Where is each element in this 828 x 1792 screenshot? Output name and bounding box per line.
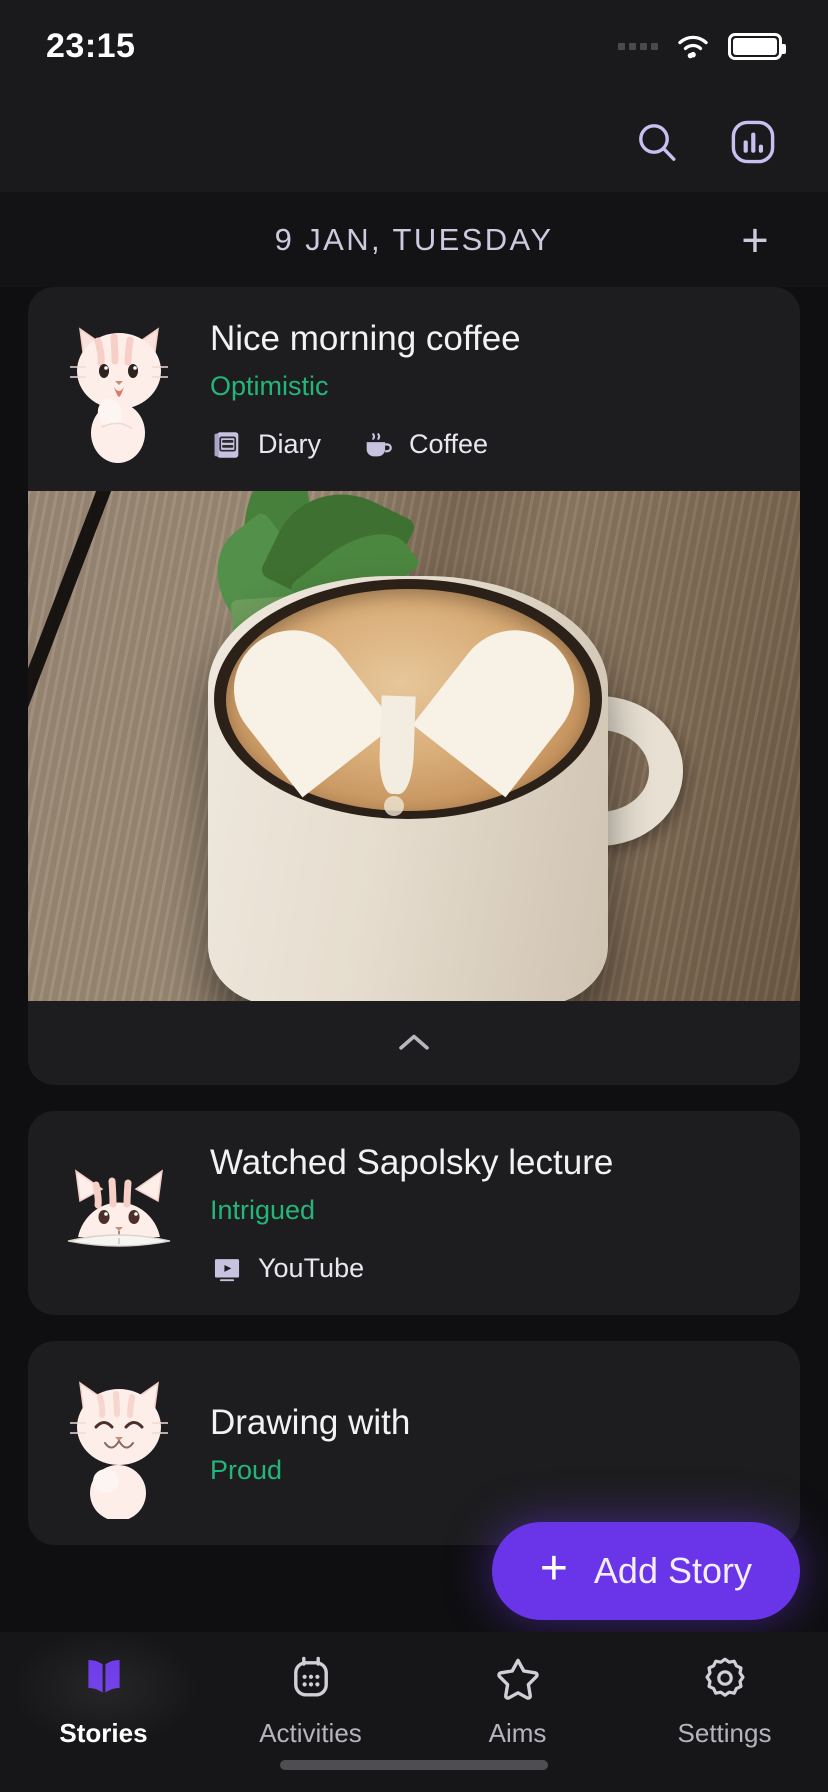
status-indicators	[618, 32, 786, 60]
story-tag[interactable]: Coffee	[361, 428, 488, 462]
add-story-button[interactable]: + Add Story	[491, 1522, 800, 1620]
story-card-header: Watched Sapolsky lecture Intrigued YouTu…	[28, 1111, 800, 1315]
story-card-body: Drawing with Proud	[194, 1403, 774, 1486]
story-tag[interactable]: YouTube	[210, 1252, 364, 1286]
date-label: 9 JAN, TUESDAY	[274, 221, 554, 257]
story-card[interactable]: Drawing with Proud	[28, 1341, 800, 1545]
story-card[interactable]: Watched Sapolsky lecture Intrigued YouTu…	[28, 1111, 800, 1315]
story-card-header: Drawing with Proud	[28, 1341, 800, 1545]
story-title: Drawing with	[210, 1402, 411, 1442]
story-card-body: Watched Sapolsky lecture Intrigued YouTu…	[194, 1143, 774, 1286]
status-time: 23:15	[46, 26, 136, 65]
nav-item-aims[interactable]: Aims	[414, 1652, 621, 1749]
star-icon	[496, 1658, 539, 1700]
tag-label: YouTube	[258, 1253, 365, 1283]
latte-art-dot	[384, 796, 404, 816]
tag-label: Diary	[258, 429, 322, 459]
story-card[interactable]: Nice morning coffee Optimistic Diary Cof…	[28, 287, 800, 1085]
cat-happy-icon	[54, 1369, 184, 1521]
cat-reading-icon	[54, 1139, 184, 1289]
notebook-icon	[214, 431, 239, 458]
nav-item-stories[interactable]: Stories	[0, 1652, 207, 1749]
gear-icon	[704, 1657, 745, 1697]
bottom-navigation: Stories Activities Aims Settings	[0, 1628, 828, 1792]
nav-label: Activities	[259, 1718, 362, 1748]
nav-label: Stories	[59, 1718, 148, 1748]
nav-item-activities[interactable]: Activities	[207, 1652, 414, 1749]
story-mood: Intrigued	[210, 1194, 316, 1225]
open-book-icon	[87, 1660, 120, 1693]
story-card-body: Nice morning coffee Optimistic Diary Cof…	[194, 319, 774, 462]
story-title: Watched Sapolsky lecture	[210, 1142, 614, 1182]
story-mood: Proud	[210, 1454, 283, 1485]
cat-excited-icon	[54, 315, 184, 465]
nav-item-settings[interactable]: Settings	[621, 1652, 828, 1749]
chevron-up-icon	[399, 1034, 429, 1050]
nav-label: Aims	[488, 1718, 547, 1748]
story-card-header: Nice morning coffee Optimistic Diary Cof…	[28, 287, 800, 491]
app-screen: 23:15 9 JAN, TUESDAY + Nice morning coff…	[0, 0, 828, 1792]
tag-label: Coffee	[409, 429, 489, 459]
story-tags: Diary Coffee	[210, 428, 774, 462]
search-icon[interactable]	[628, 113, 686, 171]
status-bar: 23:15	[0, 0, 828, 92]
plus-icon: +	[539, 1542, 568, 1595]
bar-chart-icon[interactable]	[724, 113, 782, 171]
add-story-label: Add Story	[593, 1550, 752, 1591]
add-entry-button[interactable]: +	[728, 213, 782, 267]
home-indicator	[280, 1760, 548, 1770]
nav-label: Settings	[677, 1718, 772, 1748]
youtube-play-icon	[214, 1258, 240, 1281]
story-mood: Optimistic	[210, 370, 329, 401]
story-tags: YouTube	[210, 1252, 774, 1286]
battery-full-icon	[728, 32, 786, 60]
coffee-cup-icon	[366, 432, 392, 456]
signal-dots-icon	[618, 42, 658, 50]
wifi-icon	[678, 35, 708, 59]
calendar-dots-icon	[293, 1656, 328, 1697]
date-header: 9 JAN, TUESDAY +	[0, 192, 828, 287]
top-bar	[0, 92, 828, 192]
collapse-story-button[interactable]	[28, 1001, 800, 1085]
story-tag[interactable]: Diary	[210, 428, 321, 462]
story-photo[interactable]	[28, 491, 800, 1001]
story-title: Nice morning coffee	[210, 318, 521, 358]
